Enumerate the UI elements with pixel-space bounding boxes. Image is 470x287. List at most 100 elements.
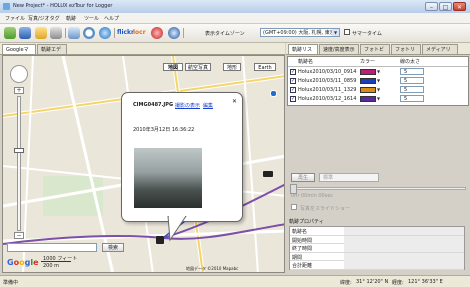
track-row[interactable]: ✓ Holux2010/03/10_0914 ▼ 5 — [289, 68, 467, 76]
zoom-slider-thumb[interactable] — [14, 148, 24, 153]
column-header-track-name[interactable]: 軌跡名 — [298, 58, 313, 66]
map-type-satellite-button[interactable]: 航空写真 — [185, 63, 211, 71]
track-visible-checkbox[interactable]: ✓ — [290, 87, 296, 93]
title-bar: New Project* - HOLUX ezTour for Logger –… — [0, 0, 470, 13]
zoom-in-button[interactable]: + — [14, 87, 24, 94]
menu-file[interactable]: ファイル — [5, 15, 25, 22]
track-line-width-select[interactable]: 5 — [400, 68, 424, 75]
chevron-down-icon: ▼ — [332, 29, 339, 36]
property-value — [344, 227, 464, 235]
close-button[interactable]: ✕ — [453, 2, 466, 11]
toolbar-separator — [65, 28, 66, 38]
property-key: 軌跡名 — [292, 229, 308, 235]
track-list-table: 軌跡名 カラー 線の太さ ✓ Holux2010/03/10_0914 ▼ 5 … — [287, 56, 469, 106]
clock-icon[interactable] — [83, 27, 95, 39]
menu-track[interactable]: 軌跡 — [66, 15, 76, 22]
property-key: 開始時間 — [292, 237, 313, 244]
track-line-width-select[interactable]: 5 — [400, 86, 424, 93]
open-folder-icon[interactable] — [35, 27, 47, 39]
playback-speed-select[interactable]: 標準 — [319, 173, 379, 182]
chevron-down-icon[interactable]: ▼ — [377, 96, 380, 101]
track-row[interactable]: ✓ Holux2010/03/12_1614 ▼ 5 — [289, 95, 467, 103]
map-type-terrain-button[interactable]: 地形 — [223, 63, 241, 71]
tab-photo-view[interactable]: フォトビュー — [360, 44, 390, 63]
toolbar: flickr locr 表示タイムゾーン (GMT+09:00) 大阪, 札幌,… — [0, 24, 470, 43]
google-earth-icon[interactable] — [99, 27, 111, 39]
globe-icon[interactable] — [168, 27, 180, 39]
photo-icon[interactable] — [50, 27, 62, 39]
slideshow-label: 写真をスライドショー — [300, 206, 351, 212]
status-bar: 準備中 緯度: 31° 12'20" N 経度: 121° 36'33" E — [0, 275, 470, 287]
photo-thumbnail[interactable] — [134, 148, 202, 208]
chevron-down-icon[interactable]: ▼ — [377, 69, 380, 74]
eye-fi-icon[interactable] — [151, 27, 163, 39]
property-value — [344, 244, 464, 252]
map-type-map-button[interactable]: 地図 — [163, 63, 183, 71]
flickr-icon[interactable]: flickr — [117, 29, 134, 36]
track-line-width-select[interactable]: 5 — [400, 95, 424, 102]
locr-icon[interactable]: locr — [133, 29, 146, 36]
property-row: 終了時間 — [290, 244, 464, 253]
pan-control[interactable] — [10, 65, 28, 83]
minimize-button[interactable]: – — [425, 2, 438, 11]
chevron-down-icon[interactable]: ▼ — [377, 87, 380, 92]
chevron-down-icon[interactable]: ▼ — [377, 78, 380, 83]
track-color-swatch[interactable] — [360, 69, 376, 75]
track-row[interactable]: ✓ Holux2010/03/11_1329 ▼ 5 — [289, 86, 467, 94]
track-properties-title: 軌跡プロパティ — [289, 219, 324, 225]
property-row: 合計距離 — [290, 261, 464, 270]
column-header-color[interactable]: カラー — [360, 58, 375, 66]
property-row: 開始時間 — [290, 235, 464, 244]
tab-speed-altitude[interactable]: 速度/高度表示 — [319, 44, 359, 54]
track-line-width-select[interactable]: 5 — [400, 77, 424, 84]
track-color-swatch[interactable] — [360, 78, 376, 84]
map-pin-icon[interactable] — [270, 90, 277, 97]
timezone-select[interactable]: (GMT+09:00) 大阪, 札幌, 東京 ▼ — [260, 28, 340, 37]
map-search-input[interactable] — [7, 243, 97, 252]
camera-icon[interactable] — [156, 236, 164, 244]
menu-photo-geotag[interactable]: 写真/ジオタグ — [28, 15, 60, 22]
track-visible-checkbox[interactable]: ✓ — [290, 78, 296, 84]
save-icon[interactable] — [19, 27, 31, 39]
dst-label: サマータイム — [352, 31, 382, 37]
import-icon[interactable] — [4, 27, 16, 39]
close-icon[interactable]: ✕ — [232, 98, 237, 105]
play-button[interactable]: 再生 — [291, 173, 315, 182]
latitude-label: 緯度: — [340, 280, 352, 286]
popup-tail — [167, 216, 187, 242]
track-color-swatch[interactable] — [360, 96, 376, 102]
menu-tools[interactable]: ツール — [84, 15, 99, 22]
column-header-line-width[interactable]: 線の太さ — [400, 58, 420, 66]
zoom-out-button[interactable]: − — [14, 232, 24, 239]
playback-speed-value: 標準 — [323, 175, 334, 181]
slideshow-checkbox[interactable] — [291, 204, 297, 210]
property-row: 軌跡名 — [290, 227, 464, 236]
popup-filename: CIMG0487.JPG — [133, 102, 174, 108]
scale-bar — [41, 261, 71, 262]
toolbar-separator — [114, 28, 115, 38]
header-divider — [288, 66, 468, 67]
map-search-button[interactable]: 検索 — [102, 243, 124, 252]
popup-link-original[interactable]: 撮影の表示 — [175, 102, 200, 109]
tab-track-list[interactable]: 軌跡リスト — [288, 44, 318, 63]
maximize-button[interactable]: □ — [439, 2, 452, 11]
zoom-slider-track[interactable] — [17, 96, 21, 231]
popup-datetime: 2010年3月12日 16:36:22 — [133, 127, 195, 133]
tab-media-list[interactable]: メディアリスト — [422, 44, 458, 63]
dst-checkbox[interactable] — [344, 29, 350, 35]
tab-track-editor[interactable]: 軌跡エディタ — [37, 44, 67, 63]
popup-link-edit[interactable]: 編集 — [203, 102, 213, 109]
track-row[interactable]: ✓ Holux2010/03/11_0859 ▼ 5 — [289, 77, 467, 85]
menu-help[interactable]: ヘルプ — [104, 15, 119, 22]
playback-slider[interactable] — [290, 187, 466, 190]
track-color-swatch[interactable] — [360, 87, 376, 93]
track-visible-checkbox[interactable]: ✓ — [290, 69, 296, 75]
map-type-earth-button[interactable]: Earth — [254, 63, 276, 71]
route-icon[interactable] — [68, 27, 80, 39]
track-visible-checkbox[interactable]: ✓ — [290, 96, 296, 102]
camera-icon[interactable] — [263, 171, 273, 177]
tab-google-map[interactable]: Googleマップ — [2, 44, 36, 63]
tab-photo-list[interactable]: フォトリスト — [391, 44, 421, 63]
map-view[interactable]: + − 地図 航空写真 地形 Earth CIMG0487.JPG - 撮影の表… — [2, 55, 285, 273]
scale-meters: 200 m — [43, 263, 60, 269]
